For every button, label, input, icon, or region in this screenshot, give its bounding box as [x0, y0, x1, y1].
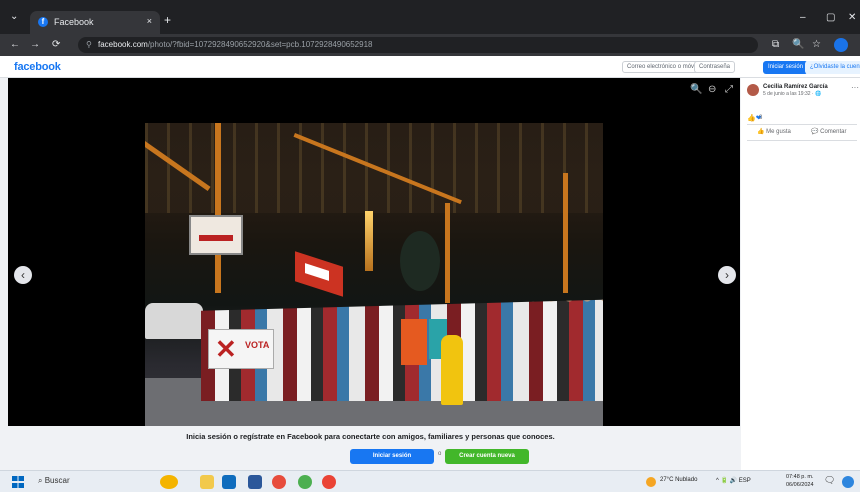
- address-path: /photo/?fbid=1072928490652920&set=pcb.10…: [147, 40, 373, 49]
- facebook-header: facebook Correo electrónico o móvil Cont…: [0, 56, 860, 78]
- taskbar-clock[interactable]: 07:48 p. m. 06/06/2024: [786, 473, 814, 489]
- copilot-icon[interactable]: [842, 476, 854, 488]
- address-domain: facebook.com: [98, 40, 148, 49]
- windows-taskbar: ⌕ Buscar 27°C Nublado ^ 🔋 🔊 ESP 07:48 p.…: [0, 470, 860, 492]
- browser-tab-bar: ⌄ f Facebook × + – ▢ ✕: [0, 0, 860, 34]
- photo-column: [445, 203, 450, 303]
- clock-date: 06/06/2024: [786, 482, 814, 488]
- profile-avatar[interactable]: [834, 38, 848, 52]
- chrome-icon[interactable]: [322, 475, 336, 489]
- zoom-icon[interactable]: 🔍: [792, 39, 804, 50]
- photo-person: [401, 319, 427, 365]
- event-photo: ✕ VOTA: [145, 123, 603, 426]
- photo-sign: [189, 215, 243, 255]
- word-icon[interactable]: [248, 475, 262, 489]
- divider: [747, 140, 857, 141]
- photo-car: [145, 303, 203, 339]
- photo-column: [563, 173, 568, 293]
- extensions-icon[interactable]: ⧉: [772, 39, 779, 50]
- password-field[interactable]: Contraseña: [694, 61, 736, 73]
- login-prompt-text: Inicia sesión o regístrate en Facebook p…: [186, 432, 555, 441]
- divider: [747, 124, 857, 125]
- browser-toolbar: ← → ⟳ ⚲ facebook.com/photo/?fbid=1072928…: [0, 34, 860, 56]
- tab-search-icon[interactable]: ⌄: [10, 12, 18, 22]
- zoom-in-icon[interactable]: 🔍: [690, 84, 702, 95]
- tab-close-icon[interactable]: ×: [147, 16, 152, 26]
- more-options-icon[interactable]: ···: [851, 83, 859, 92]
- address-bar[interactable]: ⚲ facebook.com/photo/?fbid=1072928490652…: [78, 37, 758, 53]
- forward-icon[interactable]: →: [30, 39, 40, 50]
- system-tray-icons[interactable]: ^ 🔋 🔊 ESP: [716, 477, 751, 484]
- photo-tree: [400, 231, 440, 291]
- bookmark-star-icon[interactable]: ☆: [812, 39, 821, 50]
- photo-viewer: 🔍 ⊖ ⤢ ‹ › ✕ VOTA: [8, 78, 740, 426]
- facebook-logo[interactable]: facebook: [14, 61, 61, 73]
- reload-icon[interactable]: ⟳: [52, 39, 60, 50]
- next-photo-button[interactable]: ›: [718, 266, 736, 284]
- author-name[interactable]: Cecilia Ramírez García: [763, 84, 828, 90]
- new-tab-button[interactable]: +: [164, 13, 171, 27]
- like-button[interactable]: 👍 Me gusta: [757, 128, 791, 135]
- tab-title: Facebook: [54, 17, 94, 27]
- comment-button[interactable]: 💬 Comentar: [811, 128, 846, 135]
- or-separator: o: [438, 451, 442, 457]
- close-window-button[interactable]: ✕: [848, 12, 856, 23]
- taskbar-search-label: Buscar: [44, 476, 70, 485]
- store-icon[interactable]: [222, 475, 236, 489]
- zoom-out-icon[interactable]: ⊖: [708, 84, 716, 95]
- fullscreen-icon[interactable]: ⤢: [725, 84, 733, 95]
- forgot-account-link[interactable]: ¿Olvidaste la cuenta?: [805, 61, 860, 74]
- back-icon[interactable]: ←: [10, 39, 20, 50]
- post-sidebar: Cecilia Ramírez García 5 de junio a las …: [741, 78, 860, 470]
- clock-time: 07:48 p. m.: [786, 474, 814, 480]
- taskbar-search[interactable]: ⌕ Buscar: [38, 476, 70, 486]
- address-url: facebook.com/photo/?fbid=107292849065292…: [98, 40, 372, 49]
- widgets-icon[interactable]: [160, 475, 178, 489]
- weather-text[interactable]: 27°C Nublado: [660, 477, 697, 483]
- chrome-icon[interactable]: [272, 475, 286, 489]
- minimize-button[interactable]: –: [800, 12, 806, 23]
- photo-sign-stripe: [199, 235, 233, 241]
- chrome-profile-icon[interactable]: [298, 475, 312, 489]
- email-field[interactable]: Correo electrónico o móvil: [622, 61, 702, 73]
- banner-text: VOTA: [245, 340, 270, 350]
- previous-photo-button[interactable]: ‹: [14, 266, 32, 284]
- notifications-icon[interactable]: 🗨: [824, 475, 835, 486]
- facebook-favicon-icon: f: [38, 17, 48, 27]
- photo-lamp: [365, 211, 373, 271]
- windows-start-icon[interactable]: [12, 476, 24, 488]
- header-login-button[interactable]: Iniciar sesión: [763, 61, 809, 74]
- avatar[interactable]: [747, 84, 759, 96]
- banner-x-mark: ✕: [215, 334, 237, 364]
- login-button[interactable]: Iniciar sesión: [350, 449, 434, 464]
- file-explorer-icon[interactable]: [200, 475, 214, 489]
- create-account-button[interactable]: Crear cuenta nueva: [445, 449, 529, 464]
- maximize-button[interactable]: ▢: [826, 12, 835, 23]
- photo-column: [215, 123, 221, 293]
- post-meta: 5 de junio a las 19:32 · 🌐: [763, 91, 822, 97]
- reactions-count[interactable]: 8: [759, 115, 762, 121]
- photo-banner: ✕ VOTA: [208, 329, 274, 369]
- site-info-icon[interactable]: ⚲: [86, 40, 92, 49]
- browser-tab[interactable]: f Facebook ×: [30, 11, 160, 34]
- weather-icon[interactable]: [646, 477, 656, 487]
- photo-person: [441, 335, 463, 405]
